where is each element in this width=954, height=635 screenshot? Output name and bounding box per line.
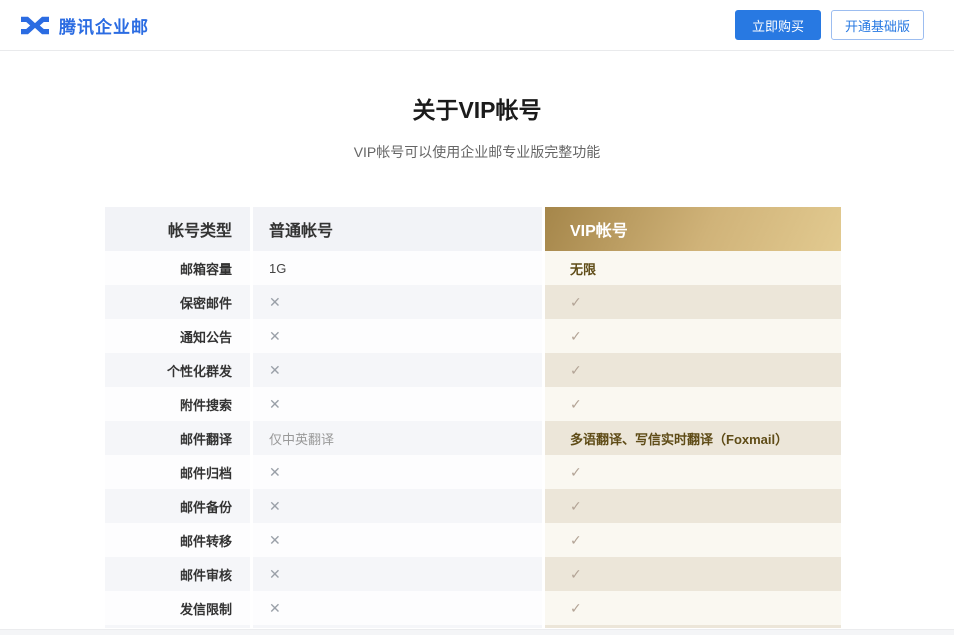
- feature-label: 发信限制: [105, 591, 250, 625]
- table-row: 邮箱容量1G无限: [105, 251, 841, 285]
- feature-label: 邮件转移: [105, 523, 250, 557]
- table-row: 通知公告✕✓: [105, 319, 841, 353]
- vip-check-mark: ✓: [545, 285, 841, 319]
- feature-label: 附件搜索: [105, 387, 250, 421]
- normal-cross-mark: ✕: [253, 489, 542, 523]
- tencent-exmail-logo-icon: [20, 15, 50, 36]
- feature-label: 个性化群发: [105, 353, 250, 387]
- normal-cross-mark: ✕: [253, 591, 542, 625]
- vip-check-mark: ✓: [545, 591, 841, 625]
- normal-value: 仅中英翻译: [253, 421, 542, 455]
- logo-text: 腾讯企业邮: [59, 13, 149, 38]
- table-row: 邮件审核✕✓: [105, 557, 841, 591]
- vip-check-mark: ✓: [545, 455, 841, 489]
- vip-value: 多语翻译、写信实时翻译（Foxmail）: [545, 421, 841, 455]
- table-row: 邮件翻译仅中英翻译多语翻译、写信实时翻译（Foxmail）: [105, 421, 841, 455]
- vip-check-mark: ✓: [545, 353, 841, 387]
- table-row: 邮件备份✕✓: [105, 489, 841, 523]
- table-row-partial: [105, 625, 841, 628]
- vip-check-mark: ✓: [545, 319, 841, 353]
- feature-label: 邮件归档: [105, 455, 250, 489]
- feature-label: 保密邮件: [105, 285, 250, 319]
- page-title: 关于VIP帐号: [0, 93, 954, 127]
- bottom-strip: [0, 629, 954, 635]
- comparison-table: 帐号类型 普通帐号 VIP帐号 邮箱容量1G无限保密邮件✕✓通知公告✕✓个性化群…: [105, 207, 841, 628]
- normal-cross-mark: ✕: [253, 523, 542, 557]
- page-subtitle: VIP帐号可以使用企业邮专业版完整功能: [0, 142, 954, 162]
- normal-cross-mark: ✕: [253, 455, 542, 489]
- vip-check-mark: ✓: [545, 489, 841, 523]
- open-basic-button[interactable]: 开通基础版: [831, 10, 924, 40]
- feature-label: 邮件翻译: [105, 421, 250, 455]
- vip-check-mark: ✓: [545, 387, 841, 421]
- table-row: 保密邮件✕✓: [105, 285, 841, 319]
- vip-check-mark: ✓: [545, 523, 841, 557]
- normal-cross-mark: ✕: [253, 319, 542, 353]
- table-row: 发信限制✕✓: [105, 591, 841, 625]
- header-vip-account: VIP帐号: [545, 207, 841, 251]
- feature-label: 邮件审核: [105, 557, 250, 591]
- header-normal-account: 普通帐号: [253, 207, 542, 251]
- logo[interactable]: 腾讯企业邮: [20, 13, 149, 38]
- table-row: 邮件转移✕✓: [105, 523, 841, 557]
- normal-cross-mark: ✕: [253, 285, 542, 319]
- normal-cross-mark: ✕: [253, 387, 542, 421]
- normal-cross-mark: ✕: [253, 557, 542, 591]
- vip-check-mark: ✓: [545, 557, 841, 591]
- vip-value: 无限: [545, 251, 841, 285]
- table-row: 个性化群发✕✓: [105, 353, 841, 387]
- feature-label: 邮箱容量: [105, 251, 250, 285]
- feature-label: 通知公告: [105, 319, 250, 353]
- table-row: 邮件归档✕✓: [105, 455, 841, 489]
- table-header-row: 帐号类型 普通帐号 VIP帐号: [105, 207, 841, 251]
- feature-label: 邮件备份: [105, 489, 250, 523]
- header-account-type: 帐号类型: [105, 207, 250, 251]
- normal-cross-mark: ✕: [253, 353, 542, 387]
- table-row: 附件搜索✕✓: [105, 387, 841, 421]
- top-bar: 腾讯企业邮 立即购买 开通基础版: [0, 0, 954, 51]
- table-body: 邮箱容量1G无限保密邮件✕✓通知公告✕✓个性化群发✕✓附件搜索✕✓邮件翻译仅中英…: [105, 251, 841, 625]
- header-actions: 立即购买 开通基础版: [735, 10, 924, 40]
- buy-now-button[interactable]: 立即购买: [735, 10, 821, 40]
- normal-value: 1G: [253, 251, 542, 285]
- hero-section: 关于VIP帐号 VIP帐号可以使用企业邮专业版完整功能: [0, 51, 954, 162]
